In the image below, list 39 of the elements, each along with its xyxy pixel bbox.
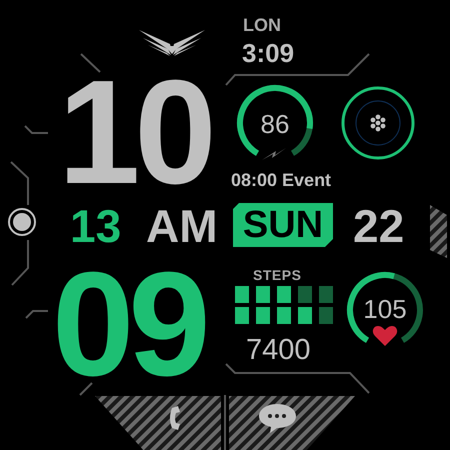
frame-line: [80, 53, 101, 73]
frame-line: [25, 310, 48, 319]
world-clock-city: LON: [243, 16, 281, 34]
frame-line: [10, 161, 29, 205]
wings-logo: [139, 30, 205, 56]
weekday-badge: SUN: [233, 203, 333, 247]
chat-icon: [259, 404, 296, 433]
indicator-icon: [8, 208, 36, 236]
step-bar: [298, 286, 312, 303]
step-bar: [277, 286, 291, 303]
message-shortcut[interactable]: [229, 396, 355, 450]
heart-icon: [372, 326, 398, 346]
world-clock-time: 3:09: [242, 40, 294, 66]
step-bar: [235, 307, 249, 324]
frame-line: [11, 240, 29, 286]
steps-value: 7400: [246, 336, 311, 365]
step-bar: [256, 307, 270, 324]
meridiem-text: AM: [146, 203, 218, 249]
steps-label: STEPS: [253, 268, 302, 282]
phone-icon: [170, 406, 180, 430]
phone-shortcut[interactable]: [95, 396, 221, 450]
hour-text: 10: [58, 77, 211, 190]
seconds-text: 13: [70, 203, 122, 249]
frame-line: [79, 382, 93, 396]
step-bar: [277, 307, 291, 324]
hatch-strip: [430, 205, 447, 258]
step-bar: [298, 307, 312, 324]
dots-complication[interactable]: [342, 86, 414, 160]
event-text: 08:00 Event: [231, 171, 332, 189]
step-bar: [319, 307, 333, 324]
bolt-icon: [262, 148, 286, 160]
date-text: 22: [353, 203, 404, 249]
step-bar: [319, 286, 333, 303]
battery-value: 86: [260, 111, 290, 137]
step-bar: [235, 286, 249, 303]
frame-line: [24, 125, 48, 134]
heart-rate-value: 105: [362, 296, 408, 322]
step-bar: [256, 286, 270, 303]
minute-text: 09: [52, 269, 205, 382]
